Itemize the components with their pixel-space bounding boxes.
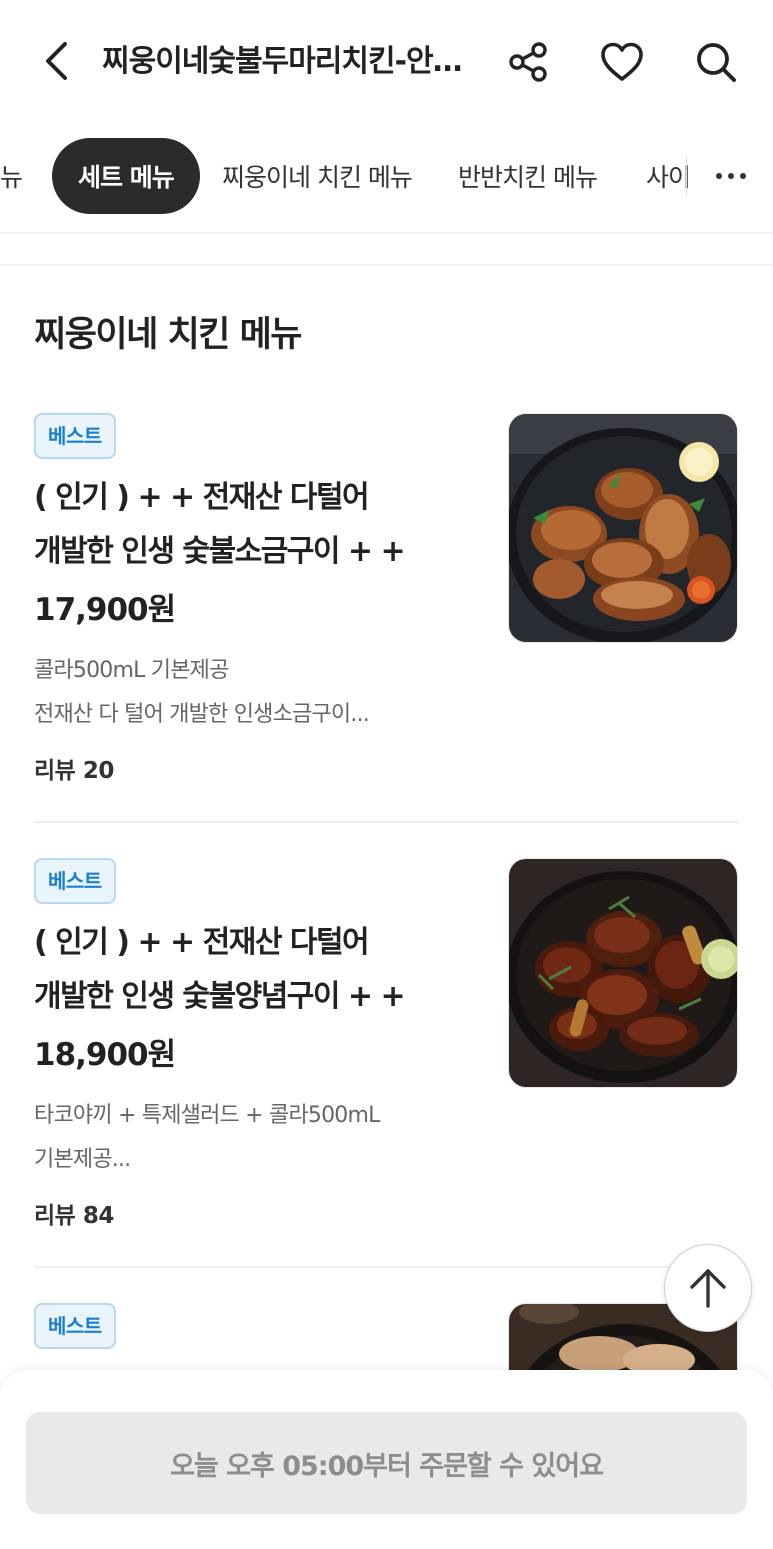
best-badge: 베스트	[34, 858, 116, 904]
best-badge: 베스트	[34, 1303, 116, 1349]
best-badge: 베스트	[34, 413, 116, 459]
menu-item[interactable]: 베스트 ( 인기 ) + + 전재산 다털어 개발한 인생 숯불소금구이 + +…	[34, 413, 739, 823]
menu-item-name-line: 개발한 인생 숯불소금구이 + +	[34, 534, 406, 569]
section-divider	[0, 232, 773, 266]
menu-item-name-line: ( 인기 ) + + 전재산 다털어	[34, 925, 370, 960]
section-title: 찌웅이네 치킨 메뉴	[34, 315, 302, 355]
category-tabs: 메뉴 세트 메뉴 찌웅이네 치킨 메뉴 반반치킨 메뉴 사이	[0, 136, 773, 216]
order-button[interactable]: 오늘 오후 05:00부터 주문할 수 있어요	[26, 1412, 747, 1514]
tab-half-half-menu[interactable]: 반반치킨 메뉴	[458, 138, 598, 214]
menu-item-description: 콜라500mL 기본제공 전재산 다 털어 개발한 인생소금구이...	[34, 649, 414, 737]
sauced-chicken-image	[509, 859, 737, 1087]
menu-item-name: ( 인기 ) + + 전재산 다털어 개발한 인생 숯불양념구이 + +	[34, 916, 444, 1024]
heart-icon	[601, 42, 643, 81]
chevron-left-icon	[46, 42, 67, 80]
menu-item-price: 17,900원	[34, 592, 176, 628]
item-separator	[34, 821, 739, 823]
top-app-bar: 찌웅이네숯불두마리치킨-안산1...	[0, 0, 773, 122]
menu-item-description-line: 기본제공...	[34, 1147, 131, 1172]
grilled-chicken-image	[509, 414, 737, 642]
more-tabs-button[interactable]	[700, 150, 762, 202]
menu-item-name: ( 인기 ) + + 전재산 다털어 개발한 인생 숯불소금구이 + +	[34, 471, 444, 579]
menu-item-photo	[508, 413, 738, 643]
tab-menu[interactable]: 메뉴	[0, 138, 23, 214]
tab-chicken-menu[interactable]: 찌웅이네 치킨 메뉴	[222, 138, 413, 214]
share-icon	[509, 42, 547, 82]
menu-item-photo	[508, 858, 738, 1088]
menu-item-price: 18,900원	[34, 1037, 176, 1073]
tab-side-menu[interactable]: 사이	[646, 138, 691, 214]
scroll-to-top-button[interactable]	[664, 1244, 752, 1332]
menu-item-review-count: 리뷰 84	[34, 1203, 114, 1229]
menu-item[interactable]: 베스트	[34, 1303, 739, 1373]
bottom-order-bar: 오늘 오후 05:00부터 주문할 수 있어요	[0, 1370, 773, 1549]
tabs-divider	[686, 156, 687, 196]
search-icon	[697, 43, 736, 82]
item-separator	[34, 1266, 739, 1268]
search-button[interactable]	[692, 38, 740, 86]
share-button[interactable]	[504, 38, 552, 86]
menu-item-name-line: ( 인기 ) + + 전재산 다털어	[34, 480, 370, 515]
menu-item-review-count: 리뷰 20	[34, 758, 114, 784]
tab-set-menu[interactable]: 세트 메뉴	[52, 138, 200, 214]
back-button[interactable]	[34, 38, 78, 84]
menu-item-description-line: 전재산 다 털어 개발한 인생소금구이...	[34, 702, 370, 727]
menu-item-description-line: 타코야끼 + 특제샐러드 + 콜라500mL	[34, 1103, 380, 1128]
menu-item-name-line: 개발한 인생 숯불양념구이 + +	[34, 979, 406, 1014]
menu-item-description: 타코야끼 + 특제샐러드 + 콜라500mL 기본제공...	[34, 1094, 414, 1182]
store-title: 찌웅이네숯불두마리치킨-안산1...	[102, 44, 482, 79]
menu-item[interactable]: 베스트 ( 인기 ) + + 전재산 다털어 개발한 인생 숯불양념구이 + +…	[34, 858, 739, 1268]
arrow-up-icon	[690, 1269, 726, 1308]
more-horizontal-icon	[716, 173, 722, 179]
favorite-button[interactable]	[598, 38, 646, 86]
menu-item-description-line: 콜라500mL 기본제공	[34, 658, 229, 683]
